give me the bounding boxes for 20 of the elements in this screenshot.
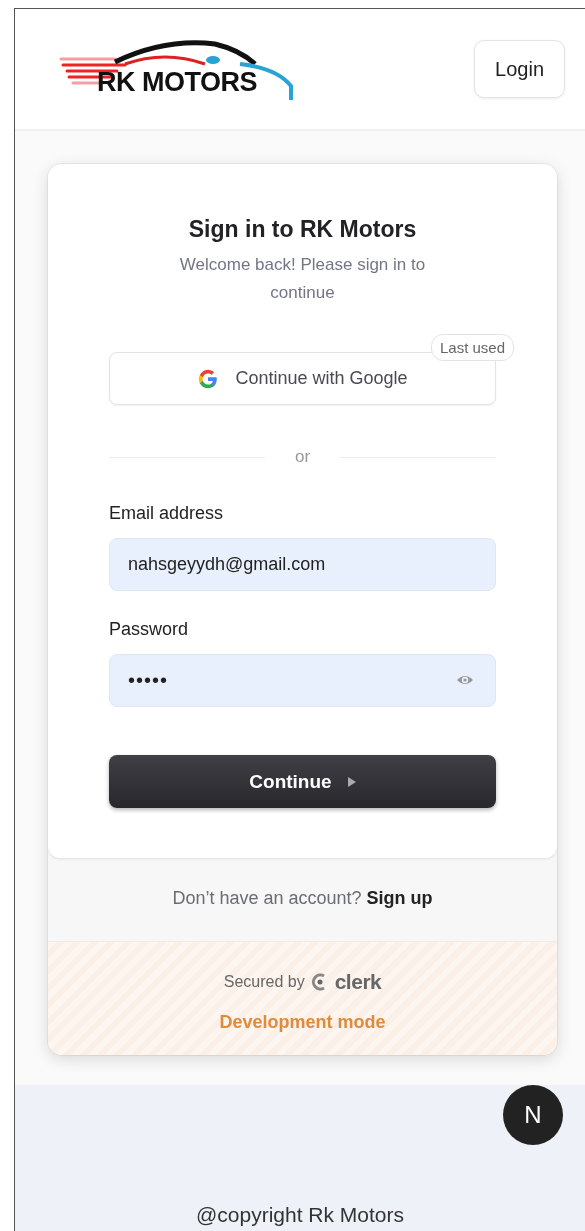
play-icon — [347, 776, 356, 787]
last-used-badge: Last used — [430, 334, 514, 361]
dev-tools-button[interactable]: N — [503, 1085, 563, 1145]
email-field[interactable]: nahsgeyydh@gmail.com — [109, 538, 496, 591]
field-label: Email address — [109, 503, 225, 524]
field-label: Password — [109, 619, 190, 640]
sign-in-subtitle: Welcome back! Please sign in to continue — [178, 254, 427, 304]
sign-up-link[interactable]: Sign up — [366, 888, 433, 908]
logo-text: RK MOTORS — [97, 67, 257, 98]
login-button[interactable]: Login — [474, 40, 565, 98]
password-field[interactable]: ••••• — [109, 654, 496, 707]
google-sign-in-button[interactable]: Continue with Google — [109, 352, 496, 405]
sign-in-title: Sign in to RK Motors — [187, 216, 418, 243]
copyright-text: @copyright Rk Motors — [195, 1203, 404, 1227]
google-g-icon — [197, 367, 220, 390]
secured-by-label: Secured by — [223, 973, 305, 991]
divider-text: or — [294, 447, 311, 467]
development-mode-label: Development mode — [219, 1012, 386, 1033]
continue-button[interactable]: Continue — [109, 755, 496, 808]
clerk-wordmark: clerk — [334, 970, 382, 994]
